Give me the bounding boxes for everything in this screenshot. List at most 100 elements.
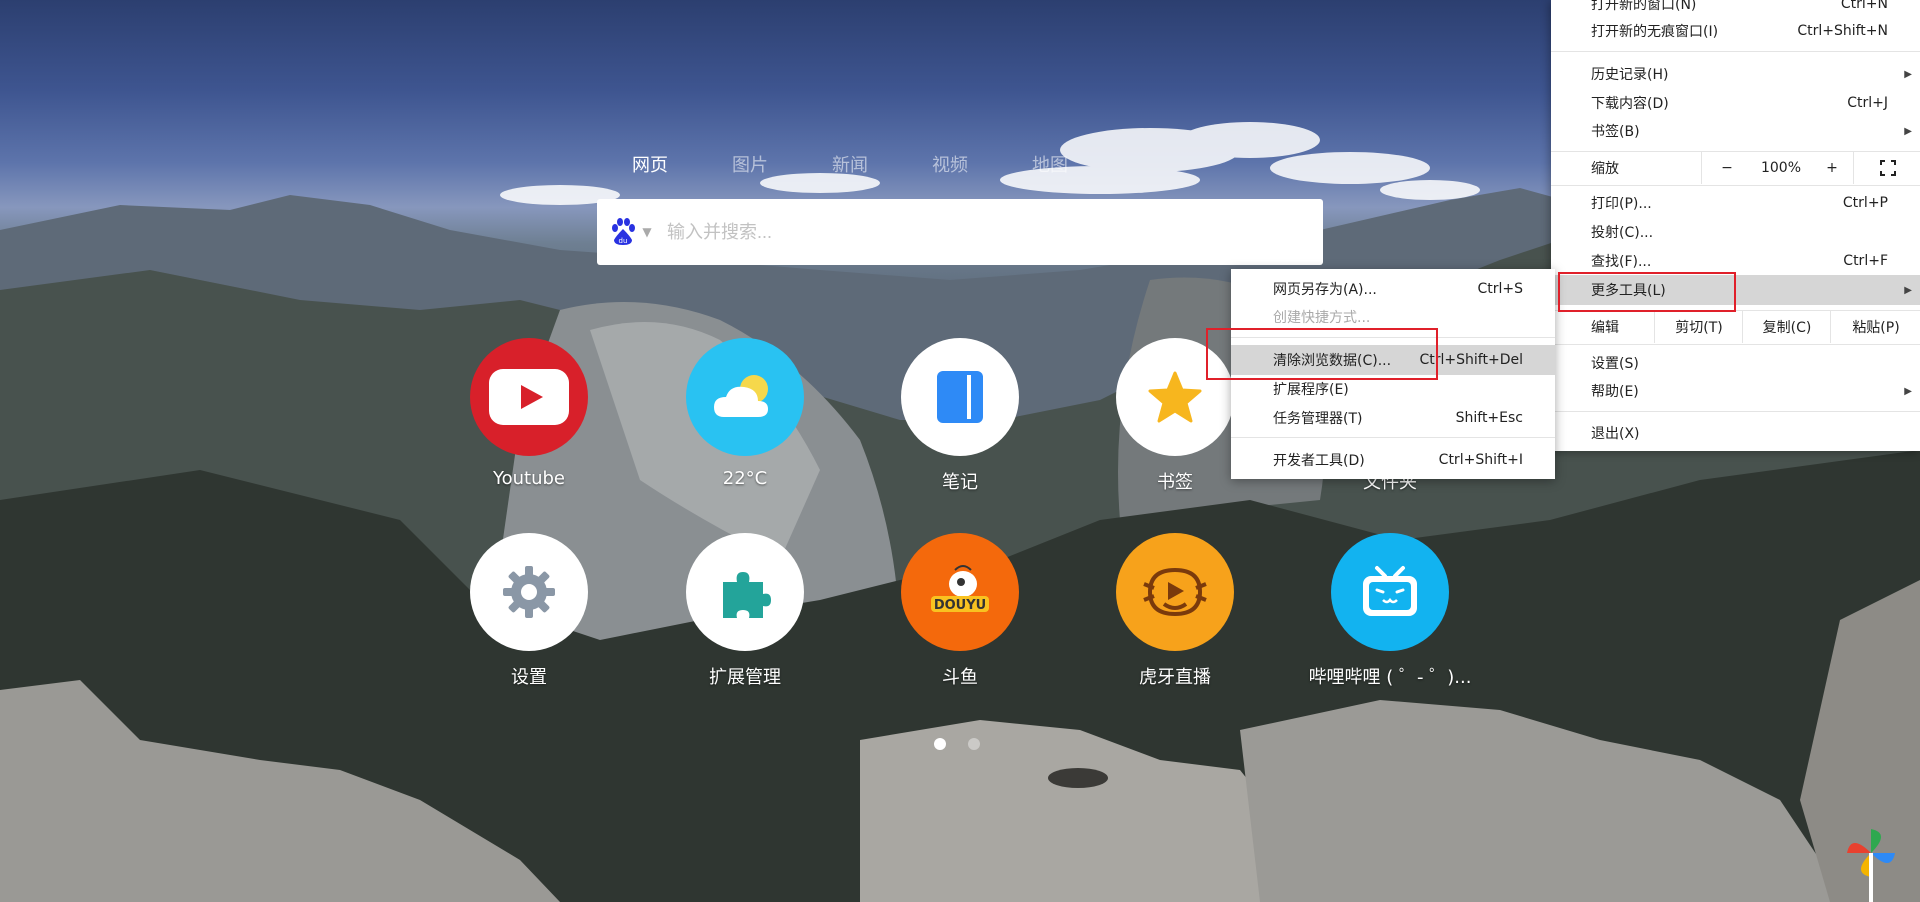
- menu-item-find[interactable]: 查找(F)... Ctrl+F: [1551, 247, 1920, 275]
- menu-label: 书签(B): [1591, 124, 1640, 140]
- menu-divider: [1551, 344, 1920, 345]
- menu-edit-row: 编辑 剪切(T) 复制(C) 粘贴(P): [1551, 311, 1920, 343]
- menu-label: 开发者工具(D): [1273, 453, 1365, 469]
- cut-button[interactable]: 剪切(T): [1654, 311, 1743, 343]
- zoom-in-button[interactable]: +: [1811, 152, 1853, 184]
- menu-label: 投射(C)...: [1591, 225, 1654, 241]
- chevron-right-icon: ▶: [1904, 68, 1912, 80]
- menu-item-bookmarks[interactable]: 书签(B) ▶: [1551, 117, 1920, 145]
- chevron-right-icon: ▶: [1904, 385, 1912, 397]
- menu-item-new-window[interactable]: 打开新的窗口(N) Ctrl+N: [1551, 0, 1920, 18]
- notes-icon: [901, 338, 1019, 456]
- tile-label: 设置: [511, 667, 547, 688]
- page-dot[interactable]: [968, 738, 980, 750]
- tile-weather[interactable]: 22°C: [655, 338, 835, 489]
- menu-label: 帮助(E): [1591, 384, 1639, 400]
- menu-zoom-row: 缩放 − 100% +: [1551, 152, 1920, 184]
- tile-youtube[interactable]: Youtube: [439, 338, 619, 489]
- tab-map[interactable]: 地图: [1000, 151, 1100, 177]
- menu-shortcut: Ctrl+J: [1847, 95, 1888, 111]
- menu-label: 网页另存为(A)...: [1273, 282, 1377, 298]
- menu-label: 扩展程序(E): [1273, 382, 1349, 398]
- menu-label: 退出(X): [1591, 426, 1640, 442]
- menu-label: 设置(S): [1591, 356, 1639, 372]
- svg-text:du: du: [619, 237, 628, 245]
- chevron-right-icon: ▶: [1904, 284, 1912, 296]
- paste-button[interactable]: 粘贴(P): [1830, 311, 1920, 343]
- menu-item-exit[interactable]: 退出(X): [1551, 419, 1920, 447]
- menu-divider: [1551, 185, 1920, 186]
- highlight-box-more-tools: [1558, 272, 1736, 312]
- menu-item-downloads[interactable]: 下载内容(D) Ctrl+J: [1551, 89, 1920, 117]
- gear-icon: [470, 533, 588, 651]
- menu-item-dev-tools[interactable]: 开发者工具(D) Ctrl+Shift+I: [1231, 445, 1555, 475]
- menu-item-history[interactable]: 历史记录(H) ▶: [1551, 60, 1920, 88]
- pagination: [934, 738, 980, 750]
- menu-divider: [1551, 51, 1920, 52]
- pinwheel-logo-icon: [1843, 823, 1899, 902]
- tile-bilibili[interactable]: 哔哩哔哩 ( ゜- ゜)...: [1300, 533, 1480, 689]
- menu-item-settings[interactable]: 设置(S): [1551, 349, 1920, 377]
- menu-shortcut: Ctrl+P: [1842, 195, 1888, 211]
- tile-label: Youtube: [493, 468, 565, 489]
- tile-extensions[interactable]: 扩展管理: [655, 533, 835, 689]
- svg-text:DOUYU: DOUYU: [934, 598, 986, 613]
- menu-label: 下载内容(D): [1591, 96, 1669, 112]
- tile-huya[interactable]: 虎牙直播: [1085, 533, 1265, 689]
- menu-item-cast[interactable]: 投射(C)...: [1551, 218, 1920, 246]
- chevron-down-icon: ▼: [642, 225, 652, 239]
- menu-item-save-as[interactable]: 网页另存为(A)... Ctrl+S: [1231, 274, 1555, 304]
- tab-video[interactable]: 视频: [900, 151, 1000, 177]
- tab-images[interactable]: 图片: [700, 151, 800, 177]
- douyu-icon: DOUYU: [901, 533, 1019, 651]
- menu-item-incognito[interactable]: 打开新的无痕窗口(I) Ctrl+Shift+N: [1551, 17, 1920, 45]
- zoom-label: 缩放: [1591, 161, 1619, 177]
- tile-settings[interactable]: 设置: [439, 533, 619, 689]
- tile-label: 笔记: [942, 472, 978, 493]
- menu-divider: [1231, 437, 1555, 438]
- youtube-icon: [470, 338, 588, 456]
- tile-douyu[interactable]: DOUYU 斗鱼: [870, 533, 1050, 689]
- menu-divider: [1551, 411, 1920, 412]
- puzzle-icon: [686, 533, 804, 651]
- page-dot[interactable]: [934, 738, 946, 750]
- tab-web[interactable]: 网页: [600, 151, 700, 177]
- edit-label: 编辑: [1591, 320, 1619, 336]
- tab-news[interactable]: 新闻: [800, 151, 900, 177]
- menu-shortcut: Ctrl+N: [1840, 0, 1888, 12]
- menu-label: 创建快捷方式...: [1273, 310, 1371, 326]
- zoom-out-button[interactable]: −: [1701, 152, 1752, 184]
- menu-label: 打开新的无痕窗口(I): [1591, 24, 1719, 40]
- menu-label: 打印(P)...: [1591, 196, 1652, 212]
- baidu-icon: du: [610, 218, 636, 246]
- search-engine-selector[interactable]: du ▼: [597, 199, 665, 265]
- menu-label: 打开新的窗口(N): [1591, 0, 1697, 13]
- search-box: du ▼: [597, 199, 1323, 265]
- menu-label: 查找(F)...: [1591, 254, 1652, 270]
- menu-item-help[interactable]: 帮助(E) ▶: [1551, 377, 1920, 405]
- bilibili-icon: [1331, 533, 1449, 651]
- search-input[interactable]: [665, 211, 1289, 253]
- tile-label: 斗鱼: [942, 667, 978, 688]
- fullscreen-icon[interactable]: [1853, 152, 1920, 184]
- tile-label: 22°C: [722, 468, 768, 489]
- menu-label: 任务管理器(T): [1273, 411, 1363, 427]
- chevron-right-icon: ▶: [1904, 125, 1912, 137]
- menu-item-task-manager[interactable]: 任务管理器(T) Shift+Esc: [1231, 403, 1555, 433]
- weather-icon: [686, 338, 804, 456]
- tile-label: 哔哩哔哩 ( ゜- ゜)...: [1308, 667, 1472, 688]
- menu-shortcut: Ctrl+S: [1477, 281, 1523, 297]
- browser-main-menu: 打开新的窗口(N) Ctrl+N 打开新的无痕窗口(I) Ctrl+Shift+…: [1551, 0, 1920, 451]
- menu-label: 历史记录(H): [1591, 67, 1669, 83]
- menu-shortcut: Ctrl+F: [1843, 253, 1888, 269]
- huya-icon: [1116, 533, 1234, 651]
- copy-button[interactable]: 复制(C): [1742, 311, 1831, 343]
- zoom-value: 100%: [1760, 160, 1802, 176]
- tile-notes[interactable]: 笔记: [870, 338, 1050, 494]
- menu-shortcut: Ctrl+Shift+N: [1797, 23, 1888, 39]
- tile-label: 虎牙直播: [1139, 667, 1211, 688]
- search-tabs: 网页 图片 新闻 视频 地图: [600, 151, 1100, 177]
- highlight-box-clear-data: [1206, 328, 1438, 380]
- menu-item-print[interactable]: 打印(P)... Ctrl+P: [1551, 189, 1920, 217]
- tile-label: 扩展管理: [709, 667, 781, 688]
